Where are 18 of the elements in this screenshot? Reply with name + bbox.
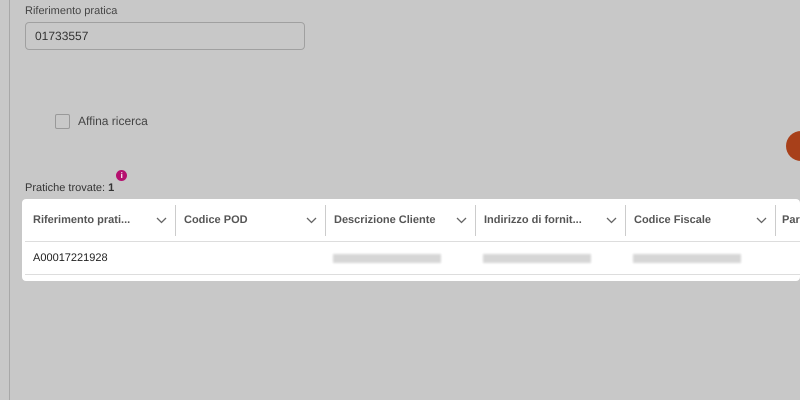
column-header[interactable]: Codice POD: [175, 204, 325, 236]
column-header[interactable]: Descrizione Cliente: [325, 204, 475, 236]
checkbox[interactable]: [55, 114, 70, 128]
info-badge[interactable]: i: [116, 170, 128, 181]
column-header[interactable]: Codice Fiscale: [625, 204, 775, 236]
column-header[interactable]: Par: [775, 204, 800, 236]
table-cell-text: A00017221928: [33, 250, 108, 266]
column-header[interactable]: Indirizzo di fornit...: [475, 204, 625, 236]
checkbox-label: Affina ricerca: [78, 113, 148, 130]
chevron-down-icon: [606, 216, 617, 224]
results-count: Pratiche trovate: 1: [25, 181, 114, 196]
column-header[interactable]: Riferimento prati...: [25, 204, 175, 236]
input-field[interactable]: 01733557: [25, 22, 305, 50]
chevron-down-icon: [456, 216, 467, 224]
chevron-down-icon: [306, 216, 317, 224]
field-label: Riferimento pratica: [25, 4, 118, 18]
chevron-down-icon: [756, 216, 767, 224]
chevron-down-icon: [156, 216, 167, 224]
